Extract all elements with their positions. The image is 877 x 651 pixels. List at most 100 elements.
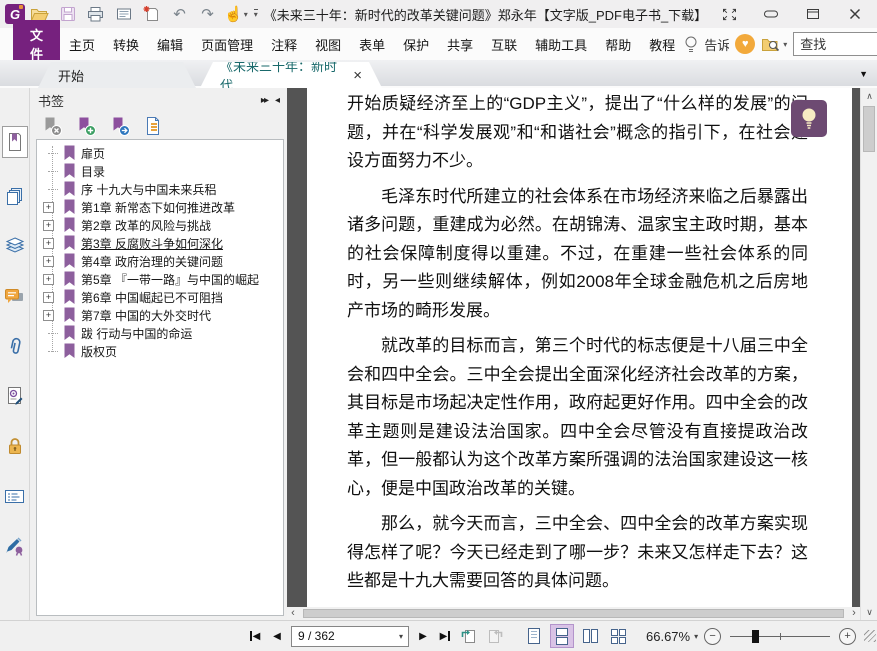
print-button[interactable] [82, 2, 109, 26]
panel-expand-icon[interactable]: ▸▸ [261, 95, 269, 106]
tab-close-icon[interactable]: × [353, 68, 362, 83]
facing-view-button[interactable] [578, 624, 602, 648]
security-panel-button[interactable] [2, 434, 28, 458]
new-document-button[interactable] [138, 2, 165, 26]
expand-plus-icon[interactable]: + [43, 273, 54, 285]
continuous-view-button[interactable] [550, 624, 574, 648]
previous-view-button[interactable] [458, 625, 480, 647]
goto-bookmark-icon[interactable] [110, 116, 131, 137]
menu-connect[interactable]: 互联 [482, 30, 526, 59]
horizontal-scrollbar[interactable]: ‹ › [287, 607, 860, 620]
menu-form[interactable]: 表单 [350, 30, 394, 59]
assistant-lightbulb-button[interactable] [791, 100, 827, 137]
member-heart-icon[interactable]: ♥ [735, 34, 756, 54]
bookmark-item[interactable]: 跋 行动与中国的命运 [37, 324, 283, 342]
bookmark-item[interactable]: + 第4章 政府治理的关键问题 [37, 252, 283, 270]
tab-start[interactable]: 开始 [38, 62, 196, 88]
document-page[interactable]: 开始质疑经济至上的“GDP主义”，提出了“什么样的发展”的问题，并在“科学发展观… [307, 88, 852, 607]
signatures-panel-button[interactable] [2, 384, 28, 408]
delete-bookmark-icon[interactable] [42, 116, 63, 137]
page-number-dropdown[interactable]: ▾ [399, 632, 408, 641]
fields-panel-button[interactable] [2, 484, 28, 508]
menu-comment[interactable]: 注释 [262, 30, 306, 59]
vertical-scrollbar[interactable]: ∧ ∨ [860, 88, 877, 620]
next-view-button[interactable] [484, 625, 506, 647]
bookmark-item[interactable]: 扉页 [37, 144, 283, 162]
expand-plus-icon[interactable]: + [43, 291, 54, 303]
bookmark-item[interactable]: 目录 [37, 162, 283, 180]
bookmark-item[interactable]: + 第2章 改革的风险与挑战 [37, 216, 283, 234]
scroll-up-icon[interactable]: ∧ [861, 89, 877, 104]
bookmark-item[interactable]: + 第1章 新常态下如何推进改革 [37, 198, 283, 216]
digital-sign-button[interactable] [2, 534, 28, 558]
menu-share[interactable]: 共享 [438, 30, 482, 59]
find-input[interactable] [794, 36, 877, 52]
minimize-icon [764, 10, 778, 18]
expand-current-bookmark-icon[interactable] [144, 116, 164, 137]
attachments-panel-button[interactable] [2, 334, 28, 358]
single-page-view-button[interactable] [522, 624, 546, 648]
zoom-level[interactable]: 66.67% [646, 629, 690, 644]
menu-accessibility[interactable]: 辅助工具 [526, 30, 596, 59]
restore-button[interactable] [804, 6, 822, 22]
lightbulb-icon[interactable] [684, 35, 698, 54]
menu-convert[interactable]: 转换 [104, 30, 148, 59]
page-number-input[interactable] [292, 629, 384, 643]
scroll-left-icon[interactable]: ‹ [287, 608, 299, 619]
search-folder-button[interactable]: ▾ [761, 36, 787, 53]
add-bookmark-icon[interactable] [76, 116, 97, 137]
zoom-slider[interactable] [730, 629, 831, 643]
minimize-button[interactable] [762, 6, 780, 22]
resize-grip[interactable] [864, 630, 877, 642]
zoom-slider-thumb[interactable] [752, 629, 760, 643]
expand-plus-icon[interactable]: + [43, 237, 54, 249]
pages-panel-button[interactable] [2, 184, 28, 208]
vertical-scroll-thumb[interactable] [863, 106, 875, 152]
menu-tutorial[interactable]: 教程 [640, 30, 684, 59]
panel-collapse-icon[interactable]: ◂ [275, 95, 280, 106]
previous-page-button[interactable]: ◀ [266, 625, 288, 647]
expand-plus-icon[interactable]: + [43, 219, 54, 231]
zoom-dropdown[interactable]: ▾ [694, 632, 698, 641]
continuous-facing-view-button[interactable] [606, 624, 630, 648]
next-page-button[interactable]: ▶ [412, 625, 434, 647]
first-page-button[interactable]: ◀ [244, 625, 266, 647]
scroll-right-icon[interactable]: › [848, 608, 860, 619]
fullscreen-button[interactable] [720, 6, 738, 22]
zoom-in-button[interactable]: + [839, 627, 857, 645]
pages-icon [6, 188, 22, 205]
scroll-down-icon[interactable]: ∨ [861, 605, 877, 620]
bookmark-item-selected[interactable]: + 第3章 反腐败斗争如何深化 [37, 234, 283, 252]
bookmark-item[interactable]: + 第5章 『一带一路』与中国的崛起 [37, 270, 283, 288]
menu-home[interactable]: 主页 [60, 30, 104, 59]
tab-document[interactable]: 《未来三十年：新时代... × [200, 62, 382, 88]
redo-button[interactable]: ↷ [194, 2, 221, 26]
menu-protect[interactable]: 保护 [394, 30, 438, 59]
paragraph: 毛泽东时代所建立的社会体系在市场经济来临之后暴露出诸多问题，重建成为必然。在胡锦… [347, 186, 808, 320]
tab-list-icon[interactable]: ▼ [859, 69, 868, 79]
menu-page-management[interactable]: 页面管理 [192, 30, 262, 59]
bookmark-item[interactable]: + 第7章 中国的大外交时代 [37, 306, 283, 324]
close-button[interactable] [846, 6, 864, 22]
expand-plus-icon[interactable]: + [43, 309, 54, 321]
menu-view[interactable]: 视图 [306, 30, 350, 59]
horizontal-scroll-thumb[interactable] [303, 609, 844, 618]
comments-panel-button[interactable] [2, 284, 28, 308]
bookmark-item[interactable]: + 第6章 中国崛起已不可阻挡 [37, 288, 283, 306]
layers-icon [5, 237, 24, 253]
last-page-button[interactable]: ▶ [434, 625, 456, 647]
bookmark-item[interactable]: 版权页 [37, 342, 283, 360]
layers-panel-button[interactable] [2, 234, 28, 258]
hand-tool-dropdown[interactable]: ▾ [244, 10, 248, 19]
menu-help[interactable]: 帮助 [596, 30, 640, 59]
undo-button[interactable]: ↶ [166, 2, 193, 26]
bookmark-item[interactable]: 序 十九大与中国未来兵稆 [37, 180, 283, 198]
menu-edit[interactable]: 编辑 [148, 30, 192, 59]
expand-plus-icon[interactable]: + [43, 201, 54, 213]
hand-tool-button[interactable]: ☝ ▾ ▾ [224, 7, 258, 22]
zoom-out-button[interactable]: − [704, 627, 722, 645]
tell-me-label[interactable]: 告诉 [704, 35, 729, 54]
bookmarks-panel-button[interactable] [1, 126, 28, 158]
expand-plus-icon[interactable]: + [43, 255, 54, 267]
email-button[interactable] [110, 2, 137, 26]
